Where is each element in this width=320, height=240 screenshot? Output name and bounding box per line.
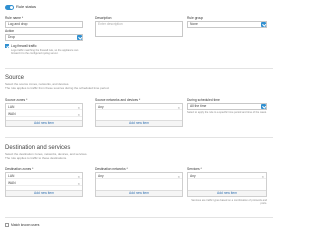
list-item-label: Any bbox=[190, 174, 196, 178]
destination-zones-list: LAN ✕ WAN ✕ Add new item bbox=[5, 172, 83, 197]
divider bbox=[5, 137, 273, 138]
rule-group-label: Rule group bbox=[187, 16, 204, 20]
source-zones-list: LAN ✕ WAN ✕ Add new item bbox=[5, 103, 83, 127]
description-textarea[interactable]: Enter description bbox=[95, 21, 183, 37]
source-section-title: Source bbox=[5, 75, 25, 81]
rule-status-label: Rule status bbox=[16, 4, 37, 9]
rule-group-value: None bbox=[190, 22, 198, 26]
list-item-label: Any bbox=[98, 105, 104, 109]
remove-icon[interactable]: ✕ bbox=[77, 112, 80, 118]
rule-name-label: Rule name * bbox=[5, 16, 24, 20]
schedule-select[interactable]: All the time bbox=[187, 103, 267, 110]
source-zones-label: Source zones * bbox=[5, 98, 28, 102]
log-traffic-checkbox[interactable] bbox=[5, 44, 9, 48]
source-section-desc-2: The rule applies to traffic from these s… bbox=[5, 86, 110, 90]
list-item-label: LAN bbox=[8, 174, 15, 178]
action-label: Action bbox=[5, 29, 15, 33]
schedule-hint: Select to apply the rule to a specific t… bbox=[187, 111, 267, 114]
list-item-label: WAN bbox=[8, 181, 16, 185]
add-new-item-button[interactable]: Add new item bbox=[188, 190, 266, 196]
destination-zones-label: Destination zones * bbox=[5, 167, 34, 171]
action-select[interactable]: Drop bbox=[5, 34, 83, 41]
add-new-item-button[interactable]: Add new item bbox=[6, 120, 82, 126]
list-item[interactable]: WAN ✕ bbox=[6, 180, 82, 186]
list-item[interactable]: Any ✕ bbox=[188, 173, 266, 179]
remove-icon[interactable]: ✕ bbox=[177, 174, 180, 180]
rule-group-select[interactable]: None bbox=[187, 21, 267, 28]
destination-section-desc-2: The rule applies to traffic to these des… bbox=[5, 156, 67, 160]
services-label: Services * bbox=[187, 167, 202, 171]
schedule-label: During scheduled time bbox=[187, 98, 220, 102]
divider bbox=[5, 68, 273, 69]
list-item-label: LAN bbox=[8, 105, 15, 109]
remove-icon[interactable]: ✕ bbox=[177, 105, 180, 111]
action-value: Drop bbox=[8, 35, 16, 39]
list-item[interactable]: LAN ✕ bbox=[6, 104, 82, 110]
chevron-down-icon[interactable] bbox=[261, 22, 266, 27]
list-item[interactable]: WAN ✕ bbox=[6, 111, 82, 117]
schedule-value: All the time bbox=[190, 104, 207, 108]
list-item-label: Any bbox=[98, 174, 104, 178]
add-new-item-button[interactable]: Add new item bbox=[96, 190, 182, 196]
log-traffic-hint: Logs traffic matching the firewall rule,… bbox=[11, 49, 79, 56]
source-networks-label: Source networks and devices * bbox=[95, 98, 141, 102]
description-label: Description bbox=[95, 16, 112, 20]
add-new-item-button[interactable]: Add new item bbox=[6, 190, 82, 196]
remove-icon[interactable]: ✕ bbox=[261, 174, 264, 180]
chevron-down-icon[interactable] bbox=[77, 35, 82, 40]
services-list: Any ✕ Add new item bbox=[187, 172, 267, 197]
list-item[interactable]: Any ✕ bbox=[96, 104, 182, 110]
chevron-down-icon[interactable] bbox=[261, 104, 266, 109]
list-item[interactable]: Any ✕ bbox=[96, 173, 182, 179]
add-new-item-button[interactable]: Add new item bbox=[96, 120, 182, 126]
match-known-users-checkbox[interactable] bbox=[5, 223, 9, 227]
list-item-label: WAN bbox=[8, 112, 16, 116]
destination-networks-list: Any ✕ Add new item bbox=[95, 172, 183, 197]
destination-networks-label: Destination networks * bbox=[95, 167, 128, 171]
rule-status-toggle[interactable] bbox=[5, 5, 14, 10]
log-traffic-label: Log firewall traffic bbox=[11, 44, 37, 48]
remove-icon[interactable]: ✕ bbox=[77, 181, 80, 187]
divider bbox=[5, 217, 273, 218]
rule-name-input[interactable]: Log and drop bbox=[5, 21, 83, 28]
match-known-users-label: Match known users bbox=[11, 223, 40, 227]
destination-section-title: Destination and services bbox=[5, 145, 71, 151]
services-hint: Services are traffic types based on a co… bbox=[191, 199, 267, 206]
list-item[interactable]: LAN ✕ bbox=[6, 173, 82, 179]
source-networks-list: Any ✕ Add new item bbox=[95, 103, 183, 127]
